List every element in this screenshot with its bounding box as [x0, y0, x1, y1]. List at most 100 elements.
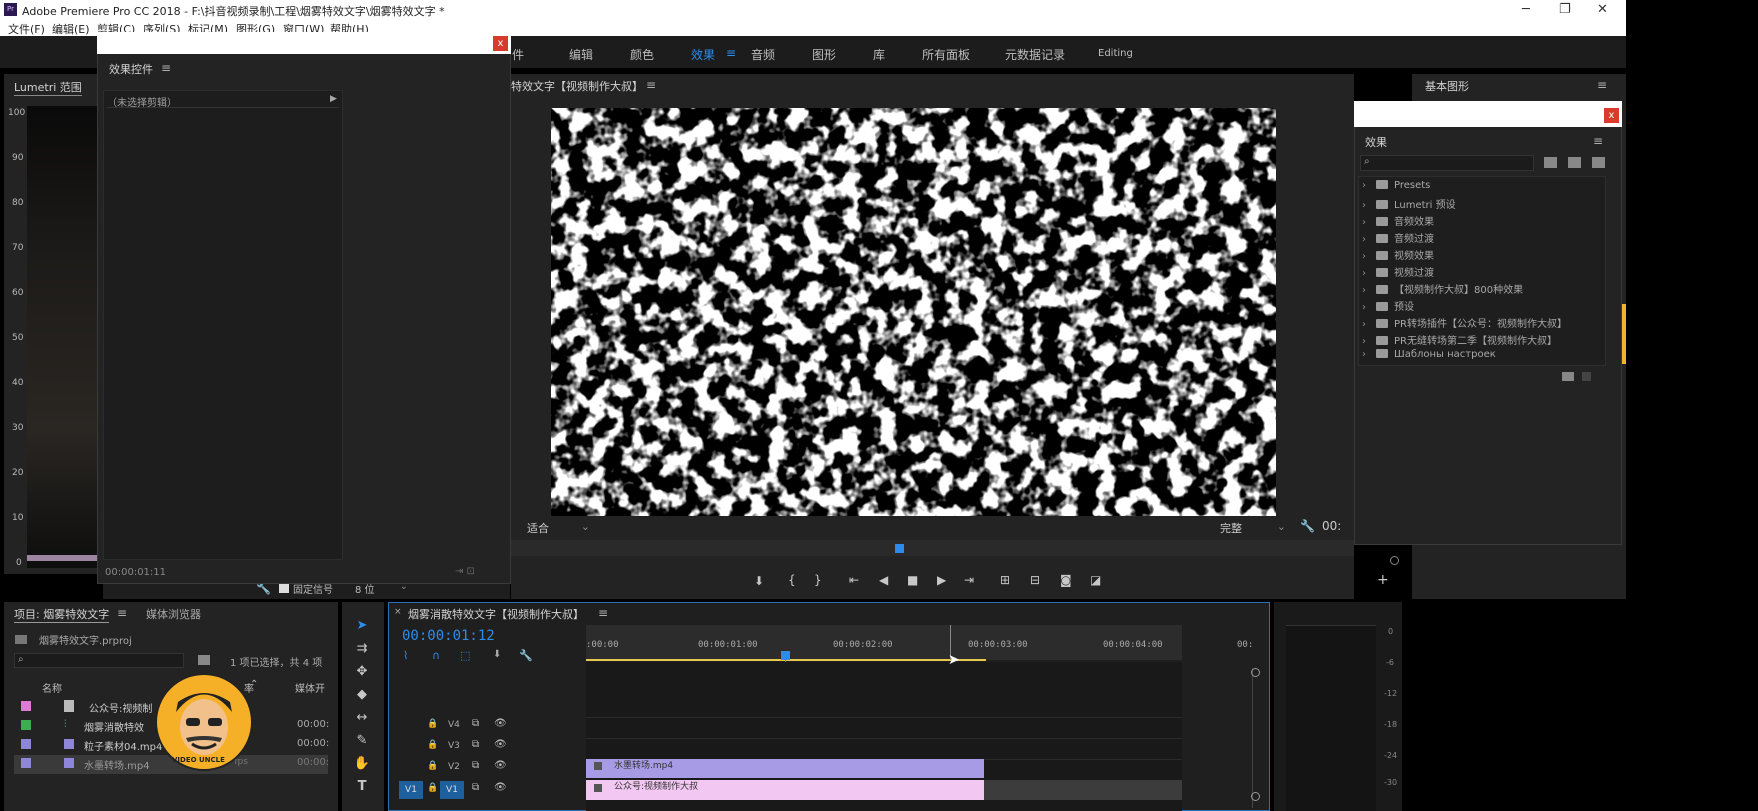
timeline-playhead-handle[interactable]: [781, 651, 790, 660]
mark-out-icon[interactable]: }: [814, 573, 822, 587]
ripple-edit-tool-icon[interactable]: ✥: [352, 664, 372, 679]
snap-icon[interactable]: ⌇: [403, 649, 408, 662]
project-search-input[interactable]: ⌕: [14, 653, 184, 668]
effects-folder[interactable]: › 【视频制作大叔】800种效果: [1362, 281, 1523, 297]
add-marker-icon[interactable]: ⬇: [493, 649, 501, 660]
scroll-handle-bottom[interactable]: [1251, 792, 1260, 801]
track-header-v2[interactable]: 🔒 V2 ⧉ 👁: [388, 759, 585, 778]
program-scrub-bar[interactable]: [511, 540, 1354, 556]
magnet-icon[interactable]: ∩: [432, 649, 440, 662]
close-button[interactable]: ✕: [1597, 2, 1608, 17]
effect-controls-close-button[interactable]: x: [493, 36, 508, 51]
effect-controls-title[interactable]: 效果控件: [109, 61, 153, 77]
workspace-tab-assembly[interactable]: 件: [512, 46, 524, 63]
play-triangle-icon[interactable]: ▶: [330, 94, 337, 104]
workspace-tab-color[interactable]: 颜色: [630, 46, 654, 63]
timeline-menu-icon[interactable]: ≡: [598, 606, 608, 620]
timeline-close-icon[interactable]: ×: [394, 607, 402, 617]
essential-graphics-title[interactable]: 基本图形: [1425, 78, 1469, 94]
effects-menu-icon[interactable]: ≡: [1593, 134, 1603, 148]
clip-v2[interactable]: 水墨转场.mp4: [586, 759, 984, 778]
effects-folder[interactable]: › 视频过渡: [1362, 264, 1434, 280]
workspace-tab-all-panels[interactable]: 所有面板: [922, 46, 970, 63]
timeline-scrollbar[interactable]: [1252, 668, 1258, 808]
essential-graphics-menu-icon[interactable]: ≡: [1597, 78, 1607, 92]
effects-folder[interactable]: › Presets: [1362, 180, 1430, 196]
effects-folder[interactable]: › Шаблоны настроек: [1362, 349, 1496, 365]
pen-tool-icon[interactable]: ✎: [352, 733, 372, 748]
effects-folder[interactable]: › 音频过渡: [1362, 230, 1434, 246]
workspace-tab-effects[interactable]: 效果: [691, 46, 715, 63]
effects-folder[interactable]: › 视频效果: [1362, 247, 1434, 263]
lift-icon[interactable]: ⊞: [1000, 573, 1010, 587]
clip-v1[interactable]: 公众号:视频制作大叔: [586, 780, 984, 800]
sync-lock-icon[interactable]: ⧉: [472, 739, 479, 750]
col-media-header[interactable]: 媒体开: [295, 680, 325, 695]
timeline-timecode[interactable]: 00:00:01:12: [402, 628, 495, 644]
go-to-out-icon[interactable]: ⇥: [964, 573, 974, 587]
effects-folder[interactable]: › 预设: [1362, 298, 1414, 314]
go-to-in-icon[interactable]: ⇤: [849, 573, 859, 587]
razor-tool-icon[interactable]: ◆: [352, 687, 372, 702]
quality-select[interactable]: 完整 ⌄: [1220, 520, 1288, 535]
eye-icon[interactable]: 👁: [494, 782, 507, 793]
timeline-settings-icon[interactable]: 🔧: [519, 649, 533, 662]
menu-edit[interactable]: 编辑(E): [52, 21, 90, 37]
sync-lock-icon[interactable]: ⧉: [472, 718, 479, 729]
program-monitor-title[interactable]: 特效文字【视频制作大叔】: [511, 78, 643, 94]
effect-controls-menu-icon[interactable]: ≡: [161, 61, 171, 75]
eye-icon[interactable]: 👁: [494, 718, 507, 729]
add-marker-icon[interactable]: ⬇: [754, 574, 764, 588]
lock-icon[interactable]: 🔒: [427, 719, 438, 729]
step-back-icon[interactable]: ◀: [879, 573, 888, 587]
workspace-tab-editing[interactable]: 编辑: [569, 46, 593, 63]
effects-close-button[interactable]: x: [1604, 108, 1619, 123]
type-tool-icon[interactable]: T: [352, 779, 372, 794]
lock-icon[interactable]: 🔒: [427, 761, 438, 771]
workspace-tab-metadata[interactable]: 元数据记录: [1005, 46, 1065, 63]
col-name-header[interactable]: 名称: [42, 680, 62, 695]
hand-tool-icon[interactable]: ✋: [352, 756, 372, 771]
effects-search-input[interactable]: ⌕: [1360, 155, 1534, 171]
effects-folder[interactable]: › Lumetri 预设: [1362, 196, 1456, 212]
workspace-menu-icon[interactable]: ≡: [726, 46, 736, 60]
effect-controls-dialog-titlebar[interactable]: [97, 32, 511, 54]
effects-dialog-titlebar[interactable]: [1354, 101, 1622, 127]
lock-icon[interactable]: 🔒: [427, 740, 438, 750]
new-search-bin-icon[interactable]: [198, 655, 210, 665]
export-frame-icon[interactable]: ⇥ ⊡: [455, 566, 475, 577]
track-target-v1[interactable]: V1: [440, 781, 464, 799]
project-menu-icon[interactable]: ≡: [117, 606, 127, 620]
track-select-tool-icon[interactable]: ⇉: [352, 641, 372, 656]
workspace-tab-libraries[interactable]: 库: [873, 46, 885, 63]
eye-icon[interactable]: 👁: [494, 760, 507, 771]
effects-folder[interactable]: › PR转场插件【公众号：视频制作大叔】: [1362, 315, 1567, 331]
32bit-effects-icon[interactable]: [1568, 157, 1581, 168]
accelerated-effects-icon[interactable]: [1544, 157, 1557, 168]
comparison-view-icon[interactable]: ◪: [1090, 573, 1101, 587]
project-tab[interactable]: 项目: 烟雾特效文字: [14, 606, 110, 623]
source-patch-v1[interactable]: V1: [399, 781, 423, 799]
extract-icon[interactable]: ⊟: [1030, 573, 1040, 587]
sync-lock-icon[interactable]: ⧉: [472, 782, 479, 793]
effects-title[interactable]: 效果: [1365, 134, 1387, 150]
button-editor-plus-icon[interactable]: +: [1377, 572, 1389, 588]
workspace-tab-audio[interactable]: 音频: [751, 46, 775, 63]
slip-tool-icon[interactable]: ↔: [352, 710, 372, 725]
stop-icon[interactable]: ■: [907, 573, 918, 587]
sync-lock-icon[interactable]: ⧉: [472, 760, 479, 771]
timeline-title[interactable]: 烟雾消散特效文字【视频制作大叔】: [408, 606, 584, 622]
lock-icon[interactable]: 🔒: [427, 783, 438, 793]
menu-file[interactable]: 文件(F): [8, 21, 45, 37]
workspace-tab-editing-en[interactable]: Editing: [1098, 48, 1133, 59]
eye-icon[interactable]: 👁: [494, 739, 507, 750]
mark-in-icon[interactable]: {: [788, 573, 796, 587]
settings-wrench-icon[interactable]: 🔧: [1300, 519, 1315, 533]
effects-folder[interactable]: › PR无缝转场第二季【视频制作大叔】: [1362, 332, 1557, 348]
program-menu-icon[interactable]: ≡: [646, 78, 656, 92]
pin-checkbox[interactable]: [279, 583, 289, 593]
fit-select[interactable]: 适合 ⌄: [527, 520, 592, 535]
yuv-effects-icon[interactable]: [1592, 157, 1605, 168]
program-playhead[interactable]: [895, 544, 904, 553]
track-header-v4[interactable]: 🔒 V4 ⧉ 👁: [388, 717, 585, 736]
